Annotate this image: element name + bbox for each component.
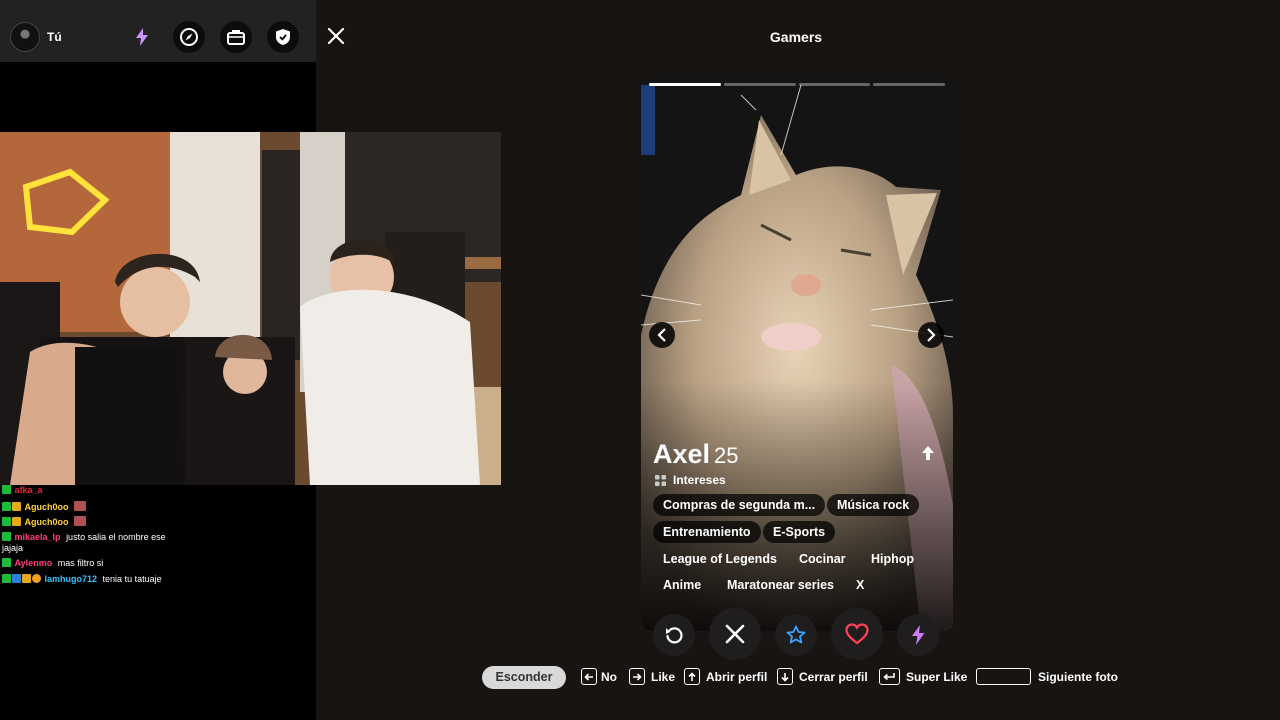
- mod-badge-icon: [2, 532, 11, 541]
- interests-heading: Intereses: [655, 473, 726, 487]
- hint-close-profile-label: Cerrar perfil: [799, 670, 868, 684]
- interest-tag: Música rock: [827, 494, 920, 516]
- mod-badge-icon: [2, 502, 11, 511]
- next-photo-button[interactable]: [918, 322, 944, 348]
- mod-badge-icon: [2, 485, 11, 494]
- arrow-up-key-icon: [684, 668, 700, 685]
- avatar[interactable]: [10, 22, 40, 52]
- photo-progress-segment: [723, 83, 796, 86]
- chat-message: lamhugo712 tenia tu tatuaje: [2, 574, 162, 585]
- crown-badge-icon: [12, 502, 21, 511]
- photo-progress-segment: [873, 83, 945, 86]
- shield-icon[interactable]: [267, 21, 299, 53]
- arrow-left-key-icon: [581, 668, 597, 685]
- emote-icon: [74, 501, 87, 511]
- crown-badge-icon: [12, 517, 21, 526]
- webcam-video: [0, 132, 501, 485]
- arrow-right-key-icon: [629, 668, 645, 685]
- compass-icon[interactable]: [173, 21, 205, 53]
- page-title: Gamers: [769, 29, 823, 45]
- briefcase-icon[interactable]: [220, 21, 252, 53]
- chat-message: mikaela_lp justo salia el nombre ese: [2, 532, 166, 543]
- arrow-down-key-icon: [777, 668, 793, 685]
- interest-tag: Anime: [663, 578, 702, 592]
- chat-panel: afka_a Aguch0oo Aguch0oo mikaela_lp just…: [0, 485, 316, 720]
- hint-no-label: No: [601, 670, 617, 684]
- crown-badge-icon: [22, 574, 31, 583]
- hint-like-label: Like: [651, 670, 676, 684]
- emote-icon: [74, 516, 87, 526]
- space-key-icon: [976, 668, 1031, 685]
- interest-tag: X: [856, 578, 865, 592]
- interest-tag: Cocinar: [799, 552, 846, 566]
- boost-lightning-icon: [912, 625, 925, 645]
- previous-photo-button[interactable]: [649, 322, 675, 348]
- enter-key-icon: [879, 668, 900, 685]
- profile-age: 25: [714, 443, 739, 468]
- chat-message: Aylenmo mas filtro si: [2, 558, 103, 569]
- like-button[interactable]: [831, 608, 883, 660]
- hint-next-photo-label: Siguiente foto: [1038, 670, 1118, 684]
- close-icon[interactable]: [324, 24, 348, 48]
- super-like-star-icon: [786, 625, 806, 644]
- photo-progress-segment: [649, 83, 721, 86]
- interest-tag: Entrenamiento: [653, 521, 761, 543]
- nope-icon: [725, 624, 745, 644]
- nope-button[interactable]: [709, 608, 761, 660]
- hint-super-like-label: Super Like: [906, 670, 968, 684]
- mod-badge-icon: [2, 574, 11, 583]
- chevron-left-icon: [657, 328, 666, 342]
- boost-button[interactable]: [897, 614, 939, 656]
- chat-message: afka_a: [2, 485, 46, 496]
- mod-badge-icon: [2, 558, 11, 567]
- like-heart-icon: [845, 623, 869, 645]
- top-nav-bar: Tú: [0, 0, 316, 62]
- photo-progress: [649, 83, 945, 86]
- rewind-icon: [666, 627, 683, 644]
- chat-message: Aguch0oo: [2, 501, 87, 513]
- hide-hints-button[interactable]: Esconder: [482, 666, 566, 689]
- lightning-icon[interactable]: [126, 21, 158, 53]
- grid-icon: [655, 474, 666, 486]
- hint-open-profile-label: Abrir perfil: [706, 670, 768, 684]
- chat-message: Aguch0oo: [2, 516, 87, 528]
- chevron-right-icon: [927, 328, 936, 342]
- profile-card[interactable]: Axel 25 Intereses Compras de segunda m...…: [641, 75, 953, 631]
- gift-badge-icon: [32, 574, 41, 583]
- interest-tag: Compras de segunda m...: [653, 494, 826, 516]
- rewind-button[interactable]: [653, 614, 695, 656]
- open-profile-arrow-icon[interactable]: [921, 445, 935, 461]
- interest-tag: E-Sports: [763, 521, 836, 543]
- interest-tag: League of Legends: [663, 552, 777, 566]
- chat-message: jajaja: [2, 543, 24, 553]
- interest-tag: Hiphop: [871, 552, 915, 566]
- vip-badge-icon: [12, 574, 21, 583]
- photo-progress-segment: [798, 83, 871, 86]
- profile-name: Axel 25: [653, 439, 739, 469]
- mod-badge-icon: [2, 517, 11, 526]
- super-like-button[interactable]: [775, 614, 817, 656]
- interest-tag: Maratonear series: [727, 578, 835, 592]
- user-name[interactable]: Tú: [47, 30, 62, 44]
